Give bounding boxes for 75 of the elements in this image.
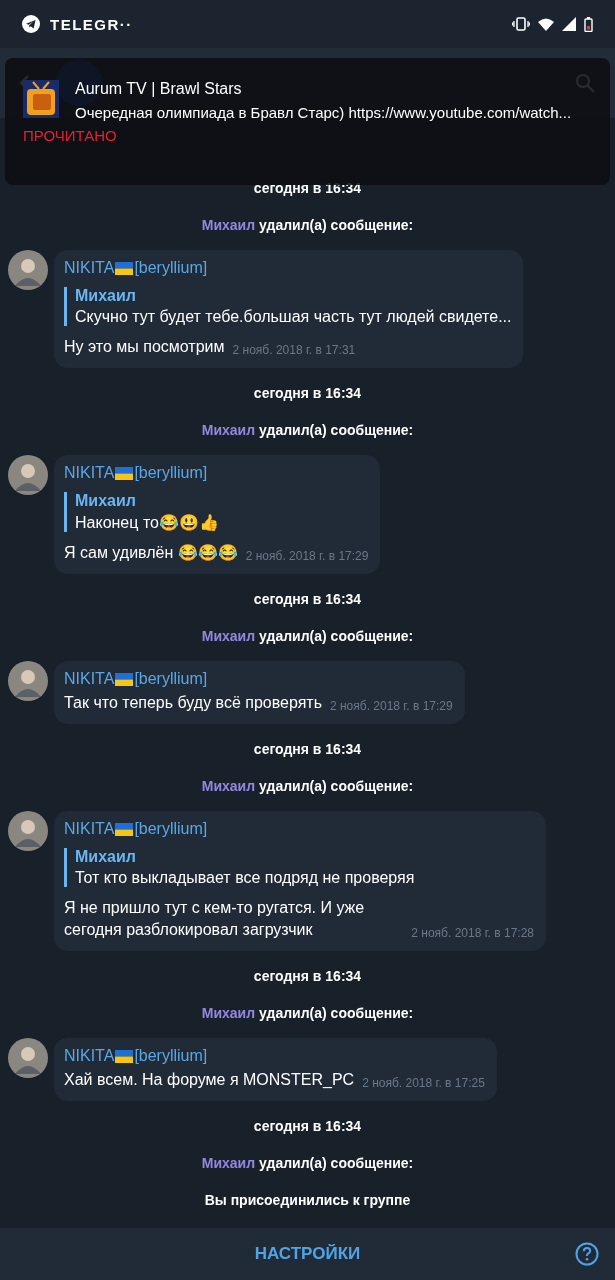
- author-name: NIKITA: [64, 670, 115, 688]
- message-text: Я сам удивлён 😂😂😂: [64, 543, 238, 563]
- mark-read-button[interactable]: ПРОЧИТАНО: [23, 127, 117, 144]
- message-text: Хай всем. На форуме я MONSTER_PC: [64, 1070, 355, 1090]
- author-name: NIKITA: [64, 1047, 115, 1065]
- flag-icon: [115, 822, 134, 836]
- author-name: NIKITA: [64, 464, 115, 482]
- paper-plane-icon: [22, 15, 40, 33]
- message-bubble[interactable]: NIKITA [beryllium] Хай всем. На форуме я MONSTER_PC 2 нояб. 2018 г. в 17:25: [54, 1038, 497, 1101]
- reply-text: Тот кто выкладывает все подряд не проверяя: [75, 869, 416, 887]
- flag-icon: [115, 466, 134, 480]
- notification-card[interactable]: Aurum TV | Brawl Stars Очередная олимпиада в Бравл Старс) https://www.youtube.com/watch... ПРОЧИТАНО: [5, 58, 610, 185]
- avatar-icon[interactable]: [8, 811, 48, 851]
- message-bubble[interactable]: NIKITA [beryllium] Так что теперь буду всё проверять 2 нояб. 2018 г. в 17:29: [54, 661, 465, 724]
- message-time: 2 нояб. 2018 г. в 17:29: [245, 549, 369, 564]
- author-tag: [beryllium]: [134, 1047, 208, 1065]
- service-actor[interactable]: Михаил: [201, 1004, 256, 1021]
- service-actor[interactable]: Михаил: [201, 1154, 256, 1171]
- date-separator: сегодня в 16:34: [253, 740, 362, 757]
- reply-text: Скучно тут будет тебе.большая часть тут людей свидете...: [75, 308, 512, 326]
- battery-icon: [584, 16, 593, 32]
- author-tag: [beryllium]: [134, 259, 208, 277]
- service-message: удалил(а) сообщение:: [259, 1154, 414, 1171]
- service-message: удалил(а) сообщение:: [259, 627, 414, 644]
- author-name: NIKITA: [64, 820, 115, 838]
- message-time: 2 нояб. 2018 г. в 17:28: [411, 926, 534, 941]
- message-time: 2 нояб. 2018 г. в 17:31: [232, 343, 356, 358]
- date-separator: сегодня в 16:34: [253, 967, 362, 984]
- service-actor[interactable]: Михаил: [201, 627, 256, 644]
- message-bubble[interactable]: NIKITA [beryllium] Михаил Скучно тут будет тебе.большая часть тут людей свидете... Ну это мы посмотрим 2 нояб. 2018 г. в 17:31: [54, 250, 524, 368]
- avatar-icon[interactable]: [8, 250, 48, 290]
- avatar-icon[interactable]: [8, 1038, 48, 1078]
- avatar-icon[interactable]: [8, 455, 48, 495]
- message-time: 2 нояб. 2018 г. в 17:25: [362, 1076, 485, 1091]
- reply-author: Михаил: [75, 287, 137, 305]
- wifi-icon: [538, 17, 554, 31]
- signal-icon: [562, 17, 576, 31]
- flag-icon: [115, 1049, 134, 1063]
- notification-text: Очередная олимпиада в Бравл Старс) https://www.youtube.com/watch...: [75, 104, 572, 121]
- service-actor[interactable]: Михаил: [201, 777, 256, 794]
- service-message: удалил(а) сообщение:: [259, 421, 414, 438]
- vibrate-icon: [512, 17, 530, 31]
- service-message: удалил(а) сообщение:: [259, 777, 414, 794]
- service-actor[interactable]: Михаил: [201, 216, 256, 233]
- author-tag: [beryllium]: [134, 464, 208, 482]
- reply-quote[interactable]: Михаил Наконец то😂😃👍: [64, 492, 369, 532]
- message-time: 2 нояб. 2018 г. в 17:29: [329, 699, 453, 714]
- app-name: TELEGR··: [50, 15, 133, 33]
- flag-icon: [115, 672, 134, 686]
- service-message: удалил(а) сообщение:: [259, 1004, 414, 1021]
- settings-button[interactable]: НАСТРОЙКИ: [244, 1238, 371, 1270]
- reply-author: Михаил: [75, 492, 137, 510]
- service-message: удалил(а) сообщение:: [259, 216, 414, 233]
- reply-text: Наконец то😂😃👍: [75, 513, 220, 532]
- message-bubble[interactable]: NIKITA [beryllium] Михаил Наконец то😂😃👍 Я сам удивлён 😂😂😂 2 нояб. 2018 г. в 17:29: [54, 455, 381, 574]
- author-name: NIKITA: [64, 259, 115, 277]
- tv-icon: [23, 80, 59, 118]
- message-bubble[interactable]: NIKITA [beryllium] Михаил Тот кто выкладывает все подряд не проверяя Я не пришло тут с кем-то ругатся. И уже сегодня разблокировал загрузчик 2 нояб. 2018 г. в 17:28: [54, 811, 546, 951]
- service-actor[interactable]: Михаил: [201, 421, 256, 438]
- date-separator: сегодня в 16:34: [253, 384, 362, 401]
- reply-author: Михаил: [75, 848, 137, 866]
- notification-title: Aurum TV | Brawl Stars: [75, 80, 243, 98]
- author-tag: [beryllium]: [134, 820, 208, 838]
- flag-icon: [115, 261, 134, 275]
- reply-quote[interactable]: Михаил Скучно тут будет тебе.большая часть тут людей свидете...: [64, 287, 512, 326]
- message-text: Я не пришло тут с кем-то ругатся. И уже сегодня разблокировал загрузчик: [64, 898, 366, 940]
- date-separator: сегодня в 16:34: [253, 1117, 362, 1134]
- help-icon[interactable]: [575, 1242, 599, 1266]
- author-tag: [beryllium]: [134, 670, 208, 688]
- message-text: Ну это мы посмотрим: [64, 337, 225, 357]
- message-text: Так что теперь буду всё проверять: [64, 693, 322, 713]
- date-separator: сегодня в 16:34: [253, 590, 362, 607]
- reply-quote[interactable]: Михаил Тот кто выкладывает все подряд не проверяя: [64, 848, 534, 887]
- avatar-icon[interactable]: [8, 661, 48, 701]
- service-message: Вы присоединились к группе: [204, 1191, 411, 1208]
